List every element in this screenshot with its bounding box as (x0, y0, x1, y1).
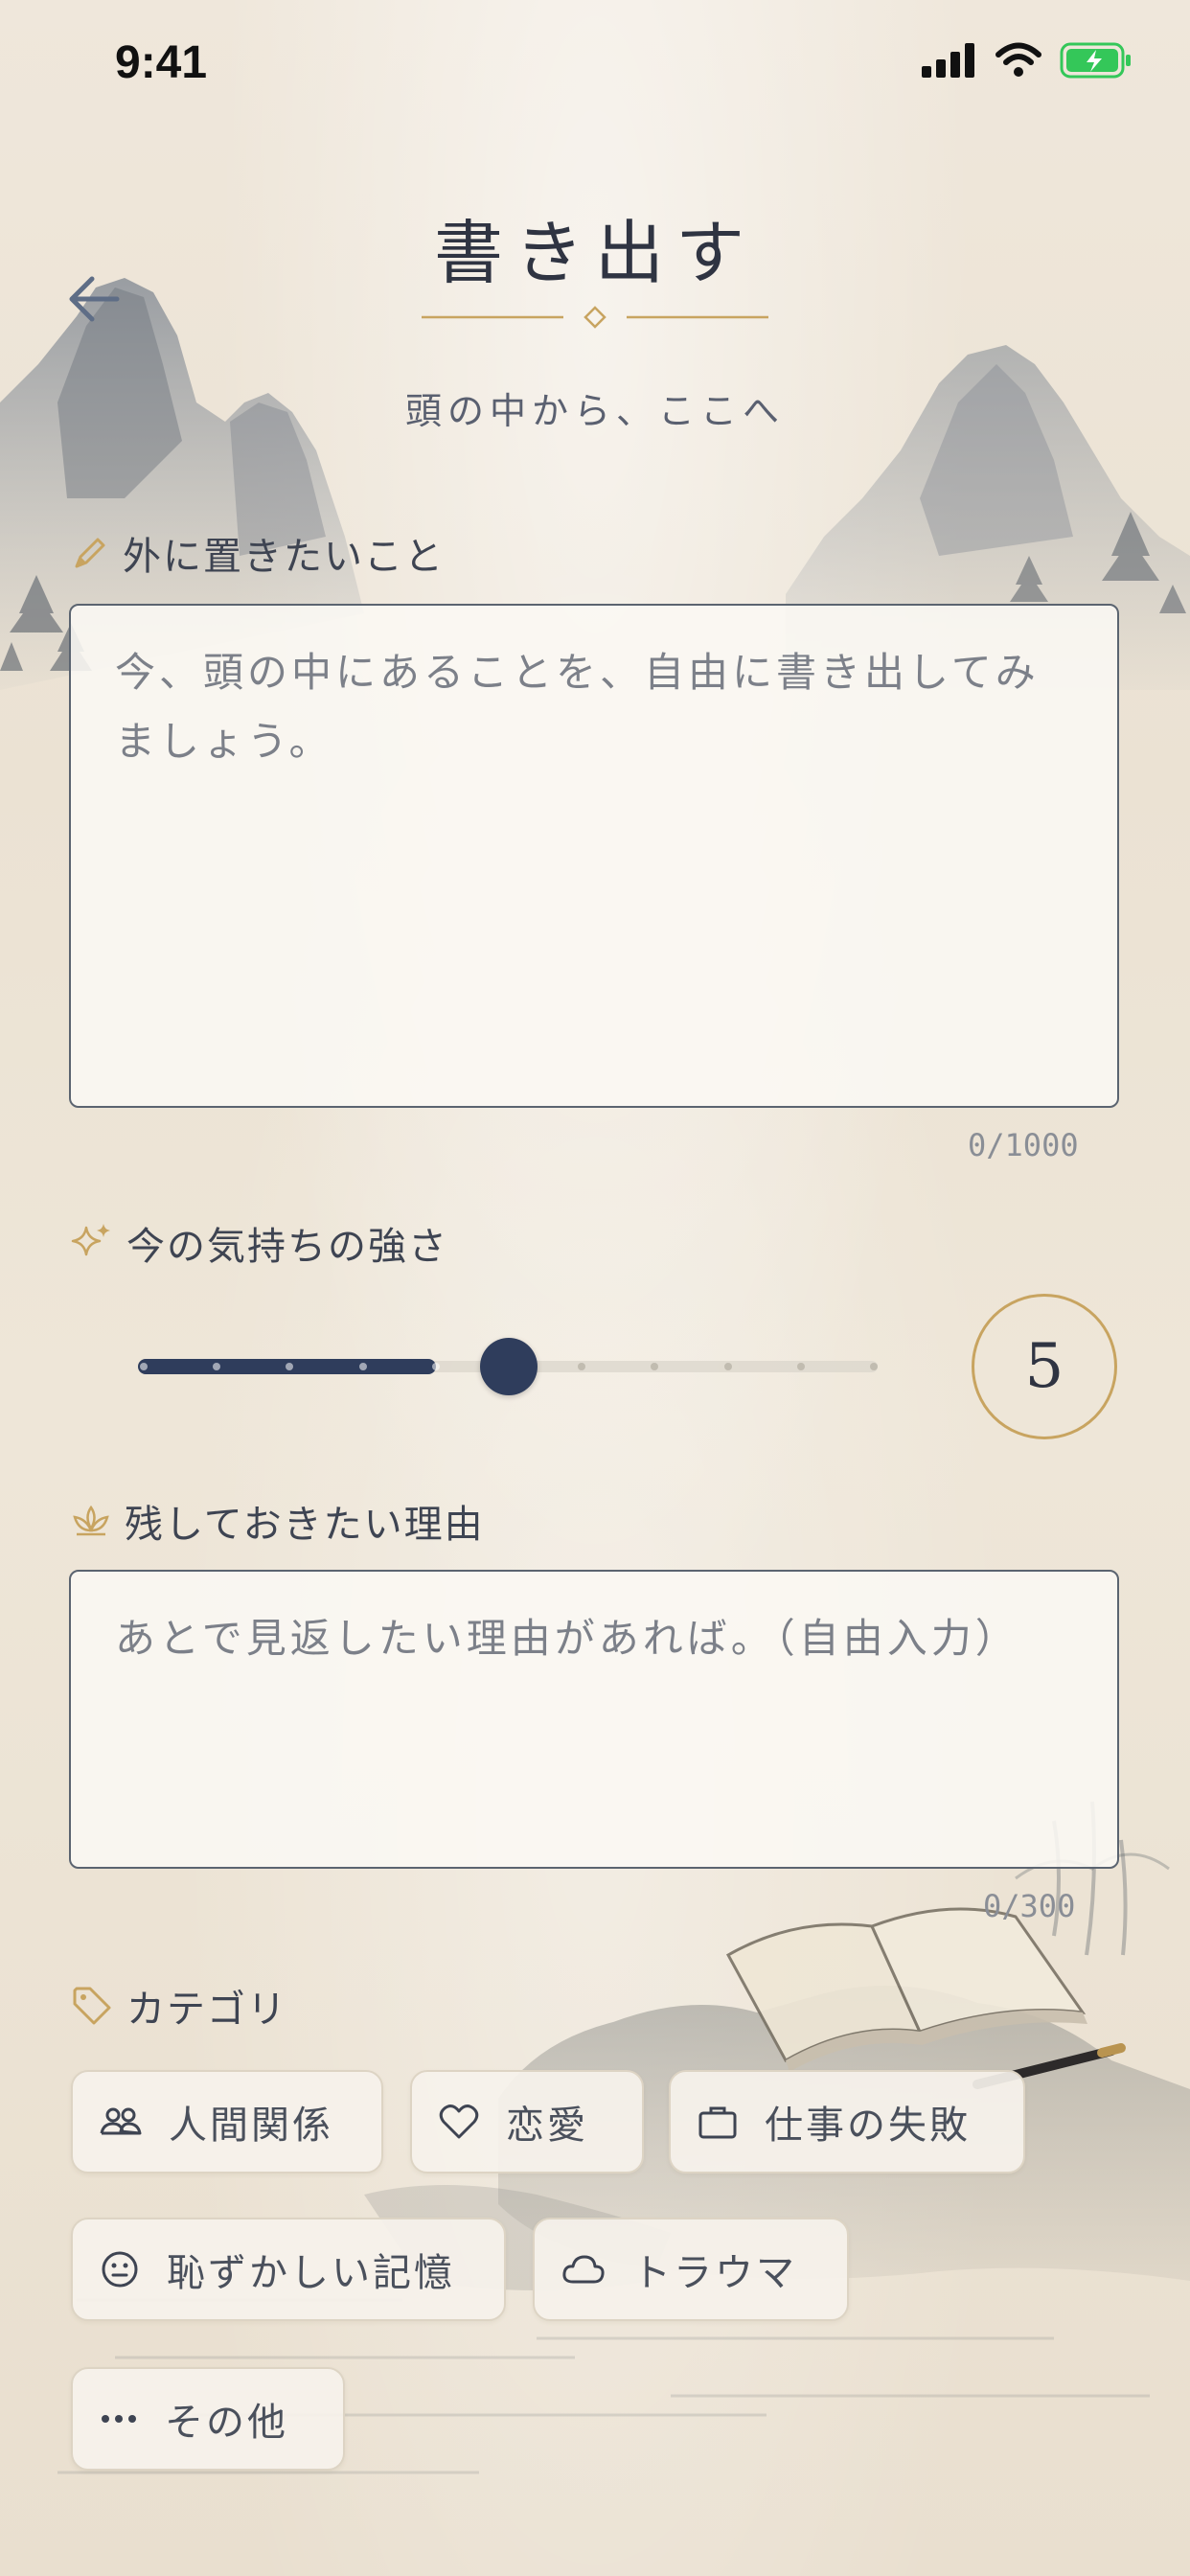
slider-step-dot (431, 1363, 440, 1370)
entry-textarea[interactable]: 今、頭の中にあることを、自由に書き出してみましょう。 (69, 604, 1119, 1108)
slider-step-dot (723, 1363, 732, 1370)
write-out-screen: 9:41 書き出す 頭の中から、ここへ 外に置きたいこと 今、頭の中にあることを… (0, 0, 1190, 2576)
chip-other[interactable]: その他 (71, 2367, 345, 2471)
category-label-text: カテゴリ (126, 1988, 287, 2032)
pencil-icon (75, 538, 105, 568)
status-icons (922, 42, 1133, 79)
chip-relationships[interactable]: 人間関係 (71, 2070, 383, 2174)
category-label: カテゴリ (71, 1978, 287, 2034)
slider-step-dot (358, 1363, 367, 1370)
chip-romance[interactable]: 恋愛 (410, 2070, 644, 2174)
heart-icon (439, 2104, 479, 2139)
chip-label: その他 (165, 2401, 288, 2445)
sparkle-icon (71, 1224, 110, 1256)
entry-label-text: 外に置きたいこと (123, 535, 445, 579)
entry-char-counter: 0/1000 (968, 1127, 1079, 1163)
chip-label: 人間関係 (169, 2104, 333, 2148)
slider-step-dot (140, 1363, 148, 1370)
battery-charging-icon (1060, 42, 1131, 79)
chip-label: 恋愛 (506, 2104, 588, 2148)
slider-step-dot (870, 1363, 878, 1370)
reason-label-text: 残しておきたい理由 (125, 1503, 485, 1547)
chip-embarrassing-memory[interactable]: 恥ずかしい記憶 (71, 2218, 506, 2321)
entry-label: 外に置きたいこと (71, 525, 445, 581)
entry-placeholder: 今、頭の中にあることを、自由に書き出してみましょう。 (115, 649, 1040, 765)
chip-work-failure[interactable]: 仕事の失敗 (669, 2070, 1025, 2174)
chip-label: 恥ずかしい記憶 (167, 2251, 455, 2295)
chip-label: トラウマ (632, 2251, 797, 2295)
chip-label: 仕事の失敗 (765, 2104, 971, 2148)
status-time: 9:41 (115, 37, 208, 88)
reason-char-counter: 0/300 (983, 1888, 1076, 1924)
page-title: 書き出す (433, 213, 756, 293)
face-icon (102, 2251, 138, 2288)
cellular-signal-icon (922, 43, 974, 78)
more-icon (102, 2415, 136, 2423)
title-ornament (422, 306, 768, 329)
tag-icon (73, 1987, 111, 2025)
briefcase-icon (698, 2106, 737, 2139)
lotus-icon (73, 1505, 109, 1536)
intensity-label-text: 今の気持ちの強さ (126, 1225, 448, 1269)
intensity-value-badge: 5 (972, 1294, 1117, 1439)
reason-label: 残しておきたい理由 (71, 1493, 485, 1549)
people-icon (100, 2107, 142, 2135)
slider-thumb[interactable] (479, 1338, 538, 1395)
status-bar: 9:41 (0, 0, 1190, 125)
cloud-icon (562, 2255, 605, 2284)
slider-step-dot (796, 1363, 805, 1370)
wifi-icon (995, 42, 1041, 77)
page-subtitle: 頭の中から、ここへ (404, 390, 785, 432)
reason-placeholder: あとで見返したい理由があれば。（自由入力） (115, 1615, 1019, 1662)
reason-textarea[interactable]: あとで見返したい理由があれば。（自由入力） (69, 1570, 1119, 1869)
intensity-label: 今の気持ちの強さ (71, 1215, 448, 1271)
chip-trauma[interactable]: トラウマ (533, 2218, 849, 2321)
